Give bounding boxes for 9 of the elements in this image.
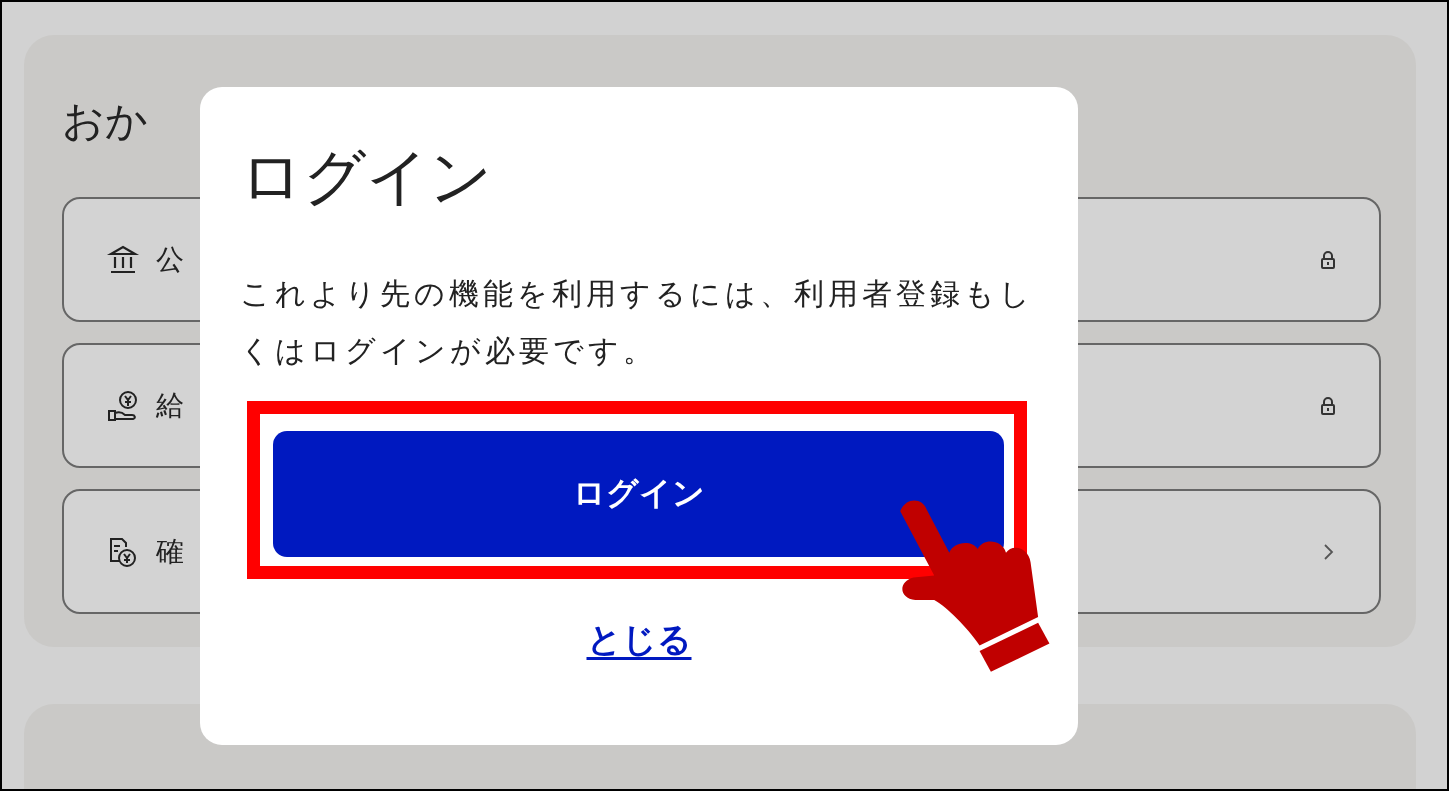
menu-item-label: 確	[156, 533, 184, 570]
dialog-title: ログイン	[240, 139, 492, 215]
dialog-message: これより先の機能を利用するには、利用者登録もしくはログインが必要です。	[240, 275, 1035, 370]
close-link[interactable]: とじる	[586, 617, 692, 663]
yen-hand-icon	[106, 388, 140, 423]
login-button[interactable]: ログイン	[273, 431, 1004, 557]
menu-item-label: 公	[156, 241, 184, 278]
section-heading: おか	[62, 95, 149, 147]
menu-item-label: 給	[156, 387, 184, 424]
